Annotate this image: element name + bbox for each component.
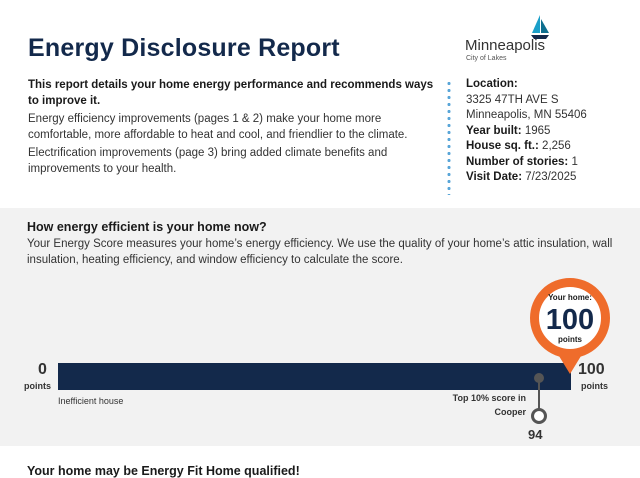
stories-value: 1 — [571, 155, 578, 168]
next-section-heading: Your home may be Energy Fit Home qualifi… — [27, 464, 300, 478]
logo-name: Minneapolis — [465, 37, 546, 54]
report-title: Energy Disclosure Report — [28, 34, 340, 62]
visit-date-label: Visit Date: — [466, 171, 523, 183]
score-description: Your Energy Score measures your home’s e… — [27, 238, 613, 266]
scale-max: 100 — [578, 361, 605, 378]
efficiency-paragraph: Energy efficiency improvements (pages 1 … — [28, 113, 408, 141]
energy-score-bar — [58, 363, 571, 390]
sqft-value: 2,256 — [542, 140, 571, 152]
visit-date-value: 7/23/2025 — [525, 171, 577, 183]
your-home-score: 100 — [545, 304, 595, 336]
your-score-bubble: Your home: 100 points — [530, 278, 610, 358]
scale-max-unit: points — [581, 381, 608, 391]
electrification-paragraph: Electrification improvements (page 3) br… — [28, 147, 388, 175]
sqft-label: House sq. ft.: — [466, 140, 539, 152]
address-line1: 3325 47TH AVE S — [466, 93, 559, 106]
address-line2: Minneapolis, MN 55406 — [466, 109, 587, 121]
inefficient-caption: Inefficient house — [58, 396, 124, 406]
your-home-label: Your home: — [548, 293, 592, 302]
scale-min: 0 — [38, 361, 47, 378]
your-home-unit: points — [558, 335, 582, 344]
report-intro: This report details your home energy per… — [28, 79, 434, 107]
score-pointer — [559, 356, 581, 374]
top10-marker-dot — [534, 373, 544, 383]
dotted-divider — [447, 80, 451, 195]
logo-tagline: City of Lakes — [466, 55, 507, 62]
top10-value: 94 — [528, 427, 543, 442]
location-label: Location: — [466, 78, 518, 90]
stories-label: Number of stories: — [466, 155, 569, 168]
property-info: Location: 3325 47TH AVE S Minneapolis, M… — [466, 77, 587, 186]
scale-min-unit: points — [24, 381, 51, 391]
top10-marker-ring — [531, 408, 547, 424]
year-built-label: Year built: — [466, 124, 522, 137]
year-built-value: 1965 — [524, 124, 551, 137]
score-heading: How energy efficient is your home now? — [27, 220, 267, 234]
top10-label: Top 10% score in Cooper — [452, 393, 526, 417]
